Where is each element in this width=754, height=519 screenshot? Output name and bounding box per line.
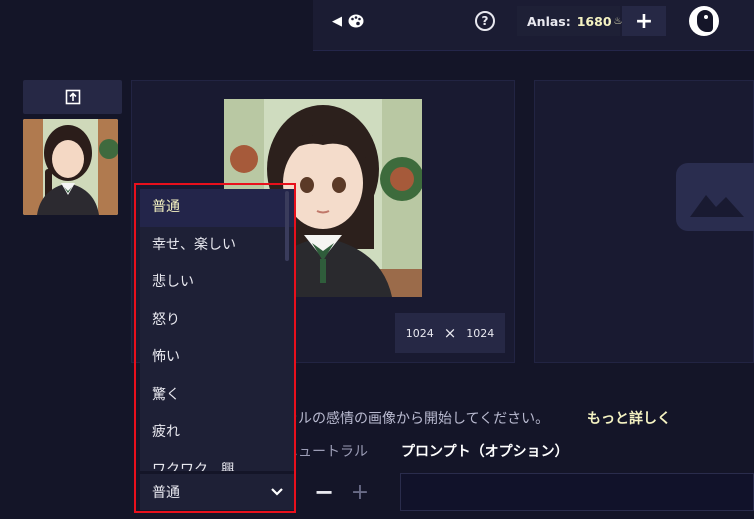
emotion-option-scared[interactable]: 怖い [140, 339, 294, 377]
help-icon[interactable]: ? [475, 11, 495, 31]
prompt-input[interactable] [400, 473, 754, 511]
upload-icon [65, 89, 80, 105]
emotion-option-sad[interactable]: 悲しい [140, 264, 294, 302]
emotion-select-value: 普通 [152, 485, 180, 501]
learn-more-link[interactable]: もっと詳しく [587, 408, 671, 428]
user-avatar-icon[interactable] [689, 6, 719, 36]
image-placeholder-icon [676, 163, 754, 231]
upload-button[interactable] [23, 80, 122, 114]
emotion-option-normal[interactable]: 普通 [140, 189, 294, 227]
emotion-option-tired[interactable]: 疲れ [140, 414, 294, 452]
dropdown-scrollbar[interactable] [285, 191, 289, 261]
anlas-value: 1680 [576, 13, 612, 29]
prompt-label: プロンプト（オプション） [401, 444, 569, 460]
increase-button[interactable]: + [345, 474, 375, 510]
buy-anlas-button[interactable]: + [622, 6, 666, 36]
history-thumbnail[interactable] [23, 119, 118, 215]
canvas-height: 1024 [466, 326, 495, 340]
emotion-option-angry[interactable]: 怒り [140, 302, 294, 340]
emotion-select[interactable]: 普通 [140, 474, 294, 510]
canvas-size-display[interactable]: 1024 × 1024 [395, 313, 505, 353]
canvas-width: 1024 [405, 326, 434, 340]
emotion-option-happy[interactable]: 幸せ、楽しい [140, 227, 294, 265]
decrease-button[interactable]: − [309, 474, 339, 510]
avatar-eye [704, 15, 708, 19]
times-icon: × [443, 324, 457, 342]
history-toggle-button[interactable]: ◀ [328, 8, 368, 34]
avatar-shape [697, 10, 713, 32]
emotion-dropdown-menu: 普通 幸せ、楽しい 悲しい 怒り 怖い 驚く 疲れ ワクワク、興 [140, 189, 294, 471]
anlas-label: Anlas: [527, 13, 571, 29]
chevron-left-icon: ◀ [332, 13, 342, 29]
chevron-down-icon [271, 488, 283, 496]
emotion-instruction-text: ラルの感情の画像から開始してください。 [284, 411, 550, 427]
emotion-option-surprised[interactable]: 驚く [140, 377, 294, 415]
neutral-label: ニュートラル [284, 444, 368, 460]
emotion-option-excited[interactable]: ワクワク、興 [140, 452, 294, 472]
anlas-balance: Anlas: 1680 ♨ [517, 6, 623, 36]
palette-icon [348, 14, 364, 28]
